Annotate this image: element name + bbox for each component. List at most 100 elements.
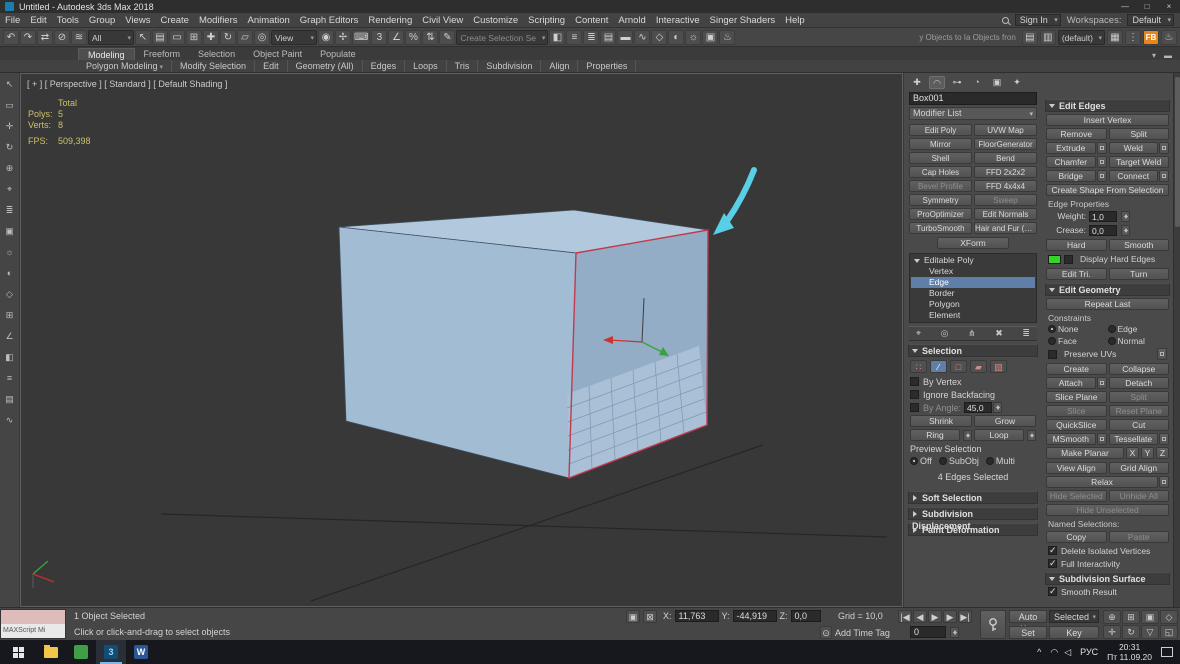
next-frame-button[interactable]: ▶ <box>943 610 957 623</box>
previous-frame-button[interactable]: ◀ <box>913 610 927 623</box>
menu-item[interactable]: Customize <box>468 15 523 26</box>
select-object-icon[interactable]: ↖ <box>135 30 151 45</box>
connect-button[interactable]: Connect <box>1109 170 1159 182</box>
ribbon-panel-title[interactable]: Properties <box>578 60 636 72</box>
ffd-4x4x4-button[interactable]: FFD 4x4x4 <box>974 180 1037 192</box>
loop-button[interactable]: Loop <box>974 429 1024 441</box>
motion-tab[interactable]: ◔ <box>969 76 985 89</box>
select-and-link-icon[interactable]: ⇄ <box>37 30 53 45</box>
insert-vertex-button[interactable]: Insert Vertex <box>1046 114 1169 126</box>
left-toolbar-icon[interactable]: ↻ <box>2 141 17 154</box>
add-time-tag[interactable]: ⊙ Add Time Tag <box>820 626 890 639</box>
border-mode-icon[interactable]: □ <box>950 360 967 373</box>
z-coordinate-field[interactable]: 0,0 <box>791 610 821 622</box>
menu-item[interactable]: Interactive <box>651 15 705 26</box>
hide-unselected-button[interactable]: Hide Unselected <box>1046 504 1169 516</box>
stack-item-vertex[interactable]: Vertex <box>911 266 1035 277</box>
settings-box-button[interactable] <box>1159 433 1169 445</box>
settings-box-button[interactable] <box>1159 476 1169 488</box>
floorgenerator-button[interactable]: FloorGenerator <box>974 138 1037 150</box>
preview-option-radio[interactable]: SubObj <box>939 456 979 466</box>
go-to-start-button[interactable]: |◀ <box>898 610 912 623</box>
layer-explorer-icon[interactable]: ≣ <box>583 30 599 45</box>
unlink-selection-icon[interactable]: ⊘ <box>54 30 70 45</box>
ribbon-tab[interactable]: Object Paint <box>244 48 311 60</box>
ribbon-tab[interactable]: Freeform <box>135 48 190 60</box>
ring-button[interactable]: Ring <box>910 429 960 441</box>
paste-button[interactable]: Paste <box>1109 531 1170 543</box>
display-hard-edges-checkbox[interactable] <box>1064 255 1073 264</box>
edit-geometry-rollout-header[interactable]: Edit Geometry <box>1045 283 1170 296</box>
collapsed-rollout-header[interactable]: Soft Selection <box>908 491 1038 504</box>
stack-item-editable-poly[interactable]: Editable Poly <box>911 255 1035 266</box>
edit-tri-button[interactable]: Edit Tri. <box>1046 268 1107 280</box>
left-toolbar-icon[interactable]: ≡ <box>2 372 17 385</box>
full-interactivity-checkbox[interactable] <box>1048 559 1057 568</box>
zoom-region-icon[interactable]: ◇ <box>1160 610 1178 624</box>
left-toolbar-icon[interactable]: ▤ <box>2 393 17 406</box>
zoom-all-icon[interactable]: ⊞ <box>1122 610 1140 624</box>
maximize-button[interactable]: □ <box>1141 2 1153 11</box>
ribbon-toggle-icon[interactable]: ▬ <box>617 30 633 45</box>
redo-icon[interactable]: ↷ <box>20 30 36 45</box>
scrollbar-thumb[interactable] <box>1175 77 1180 227</box>
titlebar[interactable]: Untitled - Autodesk 3ds Max 2018 —□× <box>0 0 1180 13</box>
menu-item[interactable]: Animation <box>243 15 295 26</box>
3dsmax-taskbar-icon[interactable]: 3 <box>96 640 126 664</box>
display-tab[interactable]: ▣ <box>989 76 1005 89</box>
left-toolbar-icon[interactable]: ◇ <box>2 288 17 301</box>
viewport-scene[interactable] <box>21 74 902 606</box>
left-toolbar-icon[interactable]: ↖ <box>2 78 17 91</box>
left-toolbar-icon[interactable]: ✛ <box>2 120 17 133</box>
scene-explorer-icon[interactable]: ▤ <box>600 30 616 45</box>
menu-item[interactable]: Arnold <box>613 15 650 26</box>
preview-option-radio[interactable]: Multi <box>986 456 1015 466</box>
left-toolbar-icon[interactable]: ⊞ <box>2 309 17 322</box>
workspace-dropdown[interactable]: Default <box>1127 14 1174 26</box>
list-view-icon[interactable]: ▤ <box>1022 30 1038 45</box>
stack-item-border[interactable]: Border <box>911 288 1035 299</box>
hair-and-fur-button[interactable]: Hair and Fur (WSM) <box>974 222 1037 234</box>
bend-button[interactable]: Bend <box>974 152 1037 164</box>
settings-box-button[interactable] <box>1097 142 1107 154</box>
left-toolbar-icon[interactable]: ⌖ <box>2 183 17 196</box>
menu-item[interactable]: Views <box>120 15 155 26</box>
word-icon[interactable]: W <box>126 640 156 664</box>
hard-button[interactable]: Hard <box>1046 239 1107 251</box>
material-editor-icon[interactable]: ◐ <box>668 30 684 45</box>
maxscript-mini-listener[interactable]: MAXScript Mi <box>0 609 66 639</box>
show-end-result-icon[interactable]: ◎ <box>941 328 949 339</box>
go-to-end-button[interactable]: ▶| <box>958 610 972 623</box>
left-toolbar-icon[interactable]: ▣ <box>2 225 17 238</box>
cut-button[interactable]: Cut <box>1109 419 1170 431</box>
named-selection-sets-dropdown[interactable]: Create Selection Se <box>456 30 548 45</box>
file-explorer-icon[interactable] <box>36 640 66 664</box>
panel-scrollbar[interactable] <box>1173 73 1180 607</box>
pin-stack-icon[interactable]: ⌖ <box>916 328 921 339</box>
constraint-radio[interactable]: Edge <box>1108 323 1168 335</box>
menu-item[interactable]: Content <box>570 15 613 26</box>
slice-button[interactable]: Slice <box>1046 405 1107 417</box>
left-toolbar-icon[interactable]: ◧ <box>2 351 17 364</box>
ribbon-panel-title[interactable]: Modify Selection <box>172 60 255 72</box>
remove-modifier-icon[interactable]: ✖ <box>995 328 1003 339</box>
ribbon-panel-title[interactable]: Tris <box>447 60 479 72</box>
settings-box-button[interactable] <box>1097 156 1107 168</box>
turn-button[interactable]: Turn <box>1109 268 1170 280</box>
turbosmooth-button[interactable]: TurboSmooth <box>909 222 972 234</box>
window-crossing-icon[interactable]: ⊞ <box>186 30 202 45</box>
search-icon[interactable] <box>1002 17 1009 24</box>
start-button[interactable] <box>0 640 36 664</box>
ribbon-panel-title[interactable]: Edges <box>363 60 406 72</box>
render-preset-dropdown[interactable]: (default) <box>1058 30 1105 45</box>
select-and-move-icon[interactable]: ✚ <box>203 30 219 45</box>
crease-spinner[interactable] <box>1121 225 1130 236</box>
preserve-uvs-settings-button[interactable] <box>1157 348 1167 360</box>
detail-view-icon[interactable]: ▥ <box>1040 30 1056 45</box>
slice-plane-button[interactable]: Slice Plane <box>1046 391 1107 403</box>
by-angle-spinner[interactable] <box>993 402 1002 413</box>
taskbar-clock[interactable]: 20:31 Пт 11.09.20 <box>1107 642 1152 662</box>
selection-lock-toggle-icon[interactable]: ⊠ <box>643 610 657 623</box>
menu-item[interactable]: Edit <box>25 15 51 26</box>
stack-item-edge[interactable]: Edge <box>911 277 1035 288</box>
